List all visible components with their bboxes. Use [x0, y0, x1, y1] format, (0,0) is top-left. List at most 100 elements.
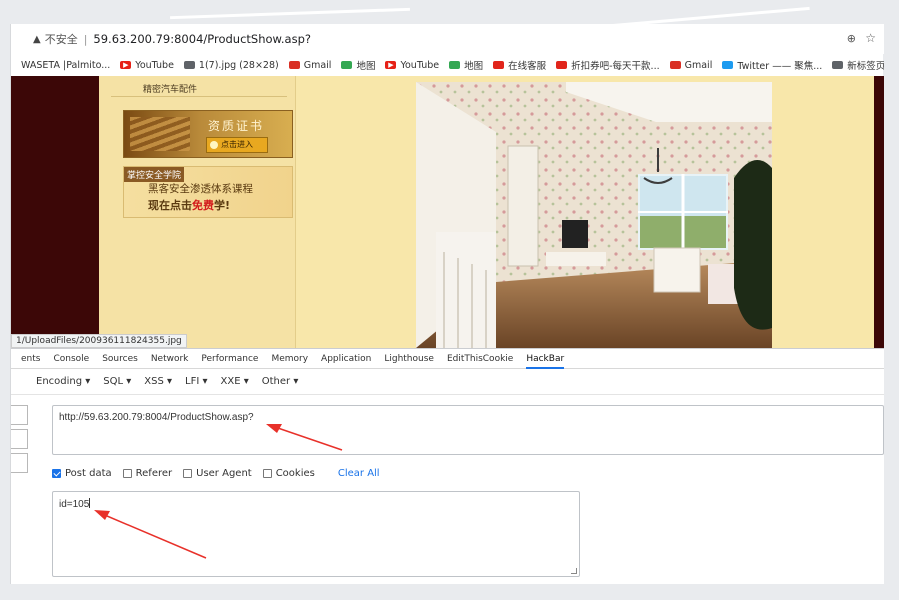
bookmark-label: YouTube — [400, 59, 440, 71]
coupon-icon — [556, 61, 568, 69]
bookmark-item[interactable]: ▶ YouTube — [385, 60, 439, 71]
product-image[interactable] — [416, 82, 772, 348]
devtools-tab-editthiscookie[interactable]: EditThisCookie — [447, 349, 513, 369]
academy-tag: 掌控安全学院 — [124, 167, 185, 182]
option-post-data[interactable]: Post data — [52, 468, 112, 479]
bookmarks-bar: WASETA |Palmito... ▶ YouTube 1(7).jpg (28×2… — [11, 54, 884, 76]
hackbar-url-input[interactable]: http://59.63.200.79:8004/ProductShow.asp… — [52, 405, 884, 455]
academy-course-text: 黑客安全渗透体系课程 — [148, 183, 253, 195]
page-main-column — [296, 76, 874, 348]
enter-button[interactable]: 点击进入 — [206, 137, 268, 153]
devtools-tab-bar: ents Console Sources Network Performance Memo… — [11, 349, 884, 369]
address-bar[interactable]: ▲ 不安全 | 59.63.200.79:8004/ProductShow.as… — [11, 24, 884, 54]
bookmark-label: Twitter —— 聚焦... — [737, 61, 823, 72]
devtools-tab-network[interactable]: Network — [151, 349, 189, 369]
bookmark-label: 新标签页 — [847, 61, 884, 72]
devtools-tab-console[interactable]: Console — [53, 349, 89, 369]
option-user-agent[interactable]: User Agent — [183, 468, 252, 479]
cta-text-end: 学! — [214, 199, 231, 212]
hackbar-menu-item[interactable]: LFI ▾ — [185, 376, 207, 387]
sidebar-divider — [111, 96, 287, 97]
bookmark-label: WASETA |Palmito... — [21, 59, 111, 71]
hackbar-menu-item[interactable]: SQL ▾ — [103, 376, 131, 387]
devtools-tab-sources[interactable]: Sources — [102, 349, 138, 369]
bookmark-item[interactable]: 地图 — [341, 58, 375, 72]
execute-button[interactable] — [11, 453, 28, 473]
hackbar-options: Post data Referer User Agent Cookies Clear A… — [52, 465, 380, 481]
page-left-border — [11, 76, 99, 348]
bookmark-label: 在线客服 — [508, 61, 547, 72]
resize-grip-icon[interactable] — [571, 568, 577, 574]
twitter-icon — [722, 61, 734, 69]
url-text[interactable]: 59.63.200.79:8004/ProductShow.asp? — [93, 32, 311, 46]
maps-icon — [449, 61, 461, 69]
sidebar-title: 精密汽车配件 — [143, 85, 198, 95]
checkbox[interactable] — [122, 468, 132, 478]
bookmark-item[interactable]: WASETA |Palmito... — [21, 60, 110, 71]
post-data-input[interactable]: id=105 — [52, 491, 580, 577]
academy-cta-text: 现在点击免费学! — [148, 197, 230, 213]
bookmark-label: 折扣券吧-每天干款... — [571, 61, 660, 72]
bookmark-label: 地图 — [356, 61, 376, 72]
background-streak — [170, 7, 410, 20]
devtools-panel: ents Console Sources Network Performance Memo… — [11, 348, 884, 584]
hackbar-url-value: http://59.63.200.79:8004/ProductShow.asp… — [59, 412, 254, 423]
youtube-icon: ▶ — [385, 61, 397, 69]
checkbox[interactable] — [183, 468, 193, 478]
checkbox[interactable] — [52, 468, 61, 478]
browser-window: ▲ 不安全 | 59.63.200.79:8004/ProductShow.as… — [10, 24, 884, 584]
web-page: 精密汽车配件 资质证书 点击进入 掌控安全学院 黑客安全渗透体系课程 现在点击免… — [11, 76, 884, 348]
warning-icon: ▲ — [33, 33, 41, 45]
option-label: Cookies — [275, 467, 315, 479]
load-url-button[interactable] — [11, 405, 28, 425]
star-icon[interactable]: ☆ — [865, 31, 876, 45]
devtools-tab-application[interactable]: Application — [321, 349, 371, 369]
bookmark-label: Gmail — [684, 59, 713, 71]
option-label: Referer — [135, 467, 173, 479]
globe-icon — [183, 61, 195, 69]
bookmark-item[interactable]: 地图 — [449, 58, 483, 72]
hackbar-menu-item[interactable]: XXE ▾ — [221, 376, 249, 387]
option-cookies[interactable]: Cookies — [262, 467, 315, 479]
magnifier-icon[interactable]: ⊕ — [847, 32, 856, 45]
bookmark-item[interactable]: Twitter —— 聚焦... — [722, 58, 822, 72]
bookmark-item[interactable]: 新标签页 — [832, 58, 884, 72]
bookmark-item[interactable]: Gmail — [288, 59, 332, 71]
hackbar-menu-item[interactable]: Other ▾ — [262, 376, 299, 387]
certificate-banner-title: 资质证书 — [208, 119, 265, 133]
hackbar-menu-item[interactable]: XSS ▾ — [144, 376, 172, 387]
bookmark-item[interactable]: Gmail — [669, 59, 713, 71]
devtools-tab-performance[interactable]: Performance — [201, 349, 258, 369]
option-referer[interactable]: Referer — [122, 467, 173, 479]
checkbox[interactable] — [262, 468, 272, 478]
enter-button-label: 点击进入 — [221, 140, 253, 149]
bookmark-item[interactable]: ▶ YouTube — [120, 60, 174, 71]
bookmark-item[interactable]: 1(7).jpg (28×28) — [183, 59, 279, 71]
clear-all-link[interactable]: Clear All — [338, 468, 380, 479]
split-url-button[interactable] — [11, 429, 28, 449]
page-sidebar: 精密汽车配件 资质证书 点击进入 掌控安全学院 黑客安全渗透体系课程 现在点击免… — [99, 76, 296, 348]
url-separator: | — [83, 32, 88, 46]
option-label: Post data — [65, 467, 112, 479]
page-right-border — [874, 76, 884, 348]
bookmark-item[interactable]: 在线客服 — [493, 58, 546, 72]
devtools-tab-hackbar[interactable]: HackBar — [526, 349, 565, 369]
text-cursor — [89, 498, 91, 508]
gmail-icon — [669, 61, 681, 69]
devtools-tab-lighthouse[interactable]: Lighthouse — [384, 349, 434, 369]
jd-icon — [493, 61, 505, 69]
insecure-label: 不安全 — [44, 33, 78, 46]
bookmark-item[interactable]: 折扣券吧-每天干款... — [556, 58, 660, 72]
devtools-tab-ents[interactable]: ents — [21, 349, 40, 369]
certificate-banner[interactable]: 资质证书 点击进入 — [123, 110, 293, 158]
cta-free-text: 免费 — [192, 199, 214, 212]
bookmark-label: Gmail — [303, 59, 332, 71]
status-bar-url: 1/UploadFiles/200936111824355.jpg — [11, 334, 187, 348]
youtube-icon: ▶ — [120, 61, 132, 69]
hackbar-menu-item[interactable]: Encoding ▾ — [36, 376, 90, 387]
bookmark-label: 1(7).jpg (28×28) — [198, 59, 279, 71]
academy-banner[interactable]: 掌控安全学院 黑客安全渗透体系课程 现在点击免费学! — [123, 166, 293, 218]
bookmark-label: YouTube — [135, 59, 174, 71]
banknotes-image — [130, 117, 190, 151]
devtools-tab-memory[interactable]: Memory — [271, 349, 308, 369]
